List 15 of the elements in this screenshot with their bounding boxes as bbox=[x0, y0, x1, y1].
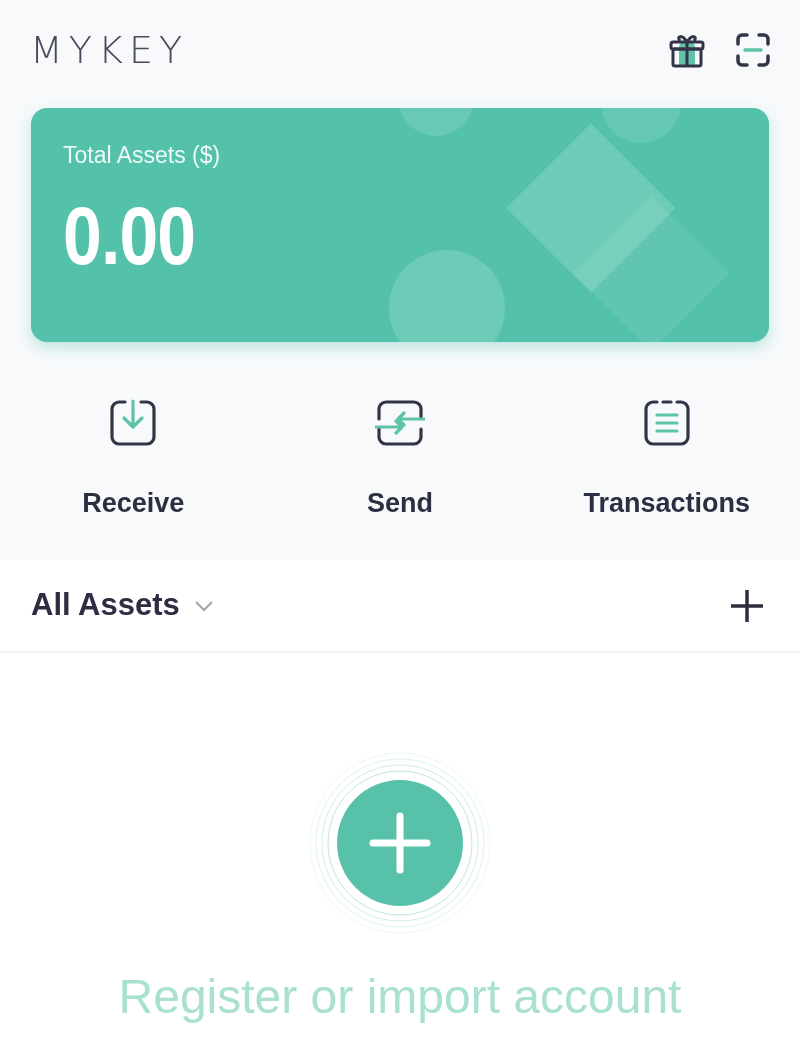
transfer-icon bbox=[375, 398, 425, 448]
action-button[interactable]: Receive bbox=[82, 398, 185, 517]
list-icon bbox=[641, 398, 692, 448]
register-import-text: Register or import account bbox=[118, 973, 682, 1021]
plus-circle-icon bbox=[337, 780, 463, 906]
logo: MYKEY bbox=[30, 31, 189, 69]
add-icon[interactable] bbox=[730, 588, 764, 623]
download-icon bbox=[108, 398, 159, 448]
scan-icon[interactable] bbox=[736, 33, 770, 67]
action-button[interactable]: Transactions bbox=[583, 398, 750, 517]
total-assets-amount: 0.00 bbox=[63, 195, 197, 277]
total-assets-label: Total Assets ($) bbox=[63, 144, 222, 167]
all-assets-dropdown[interactable]: All Assets bbox=[31, 582, 214, 629]
chevron-down-icon bbox=[193, 599, 214, 612]
action-button[interactable]: Send bbox=[367, 398, 433, 517]
